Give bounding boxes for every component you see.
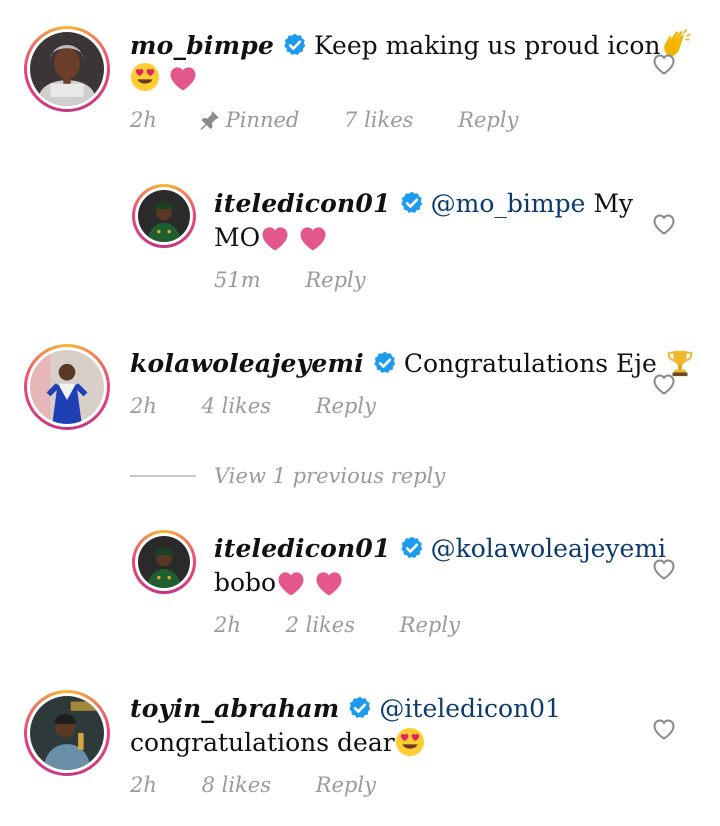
heart-outline-icon[interactable]: [652, 53, 676, 75]
reply-button[interactable]: Reply: [305, 268, 365, 292]
comment-text-line2: bobo: [214, 567, 344, 599]
comment-text-line1: iteledicon01 @kolawoleajeyemi: [214, 533, 666, 565]
username[interactable]: mo_bimpe: [130, 31, 274, 60]
heart-eyes-emoji: [395, 727, 425, 757]
comment-text-line1: toyin_abraham @iteledicon01: [130, 693, 561, 725]
heart-outline-icon[interactable]: [652, 718, 676, 740]
comment-meta: 2h 2 likes Reply: [214, 613, 460, 637]
reply-button[interactable]: Reply: [400, 613, 460, 637]
comment-meta: 2h 8 likes Reply: [130, 773, 376, 797]
pin-icon: [200, 111, 219, 130]
comment-text: congratulations dear: [130, 728, 395, 757]
likes-count[interactable]: 7 likes: [344, 108, 413, 132]
mention-link[interactable]: @kolawoleajeyemi: [431, 534, 666, 563]
comment-text-line1: iteledicon01 @mo_bimpe My: [214, 188, 633, 220]
comment-text-continued: bobo: [214, 568, 277, 597]
pinned-label: Pinned: [200, 108, 299, 132]
heart-eyes-emoji: [130, 62, 160, 92]
username[interactable]: toyin_abraham: [130, 694, 339, 723]
reply-button[interactable]: Reply: [316, 773, 376, 797]
comment-text-line2: congratulations dear: [130, 727, 425, 759]
comment-text: Keep making us proud icon: [314, 31, 661, 60]
verified-badge-icon: [399, 535, 425, 561]
comment-text: My: [585, 189, 634, 218]
avatar-image: [30, 32, 104, 106]
heart-outline-icon[interactable]: [652, 213, 676, 235]
likes-count[interactable]: 8 likes: [202, 773, 271, 797]
comment-meta: 51m Reply: [214, 268, 366, 292]
comment-text-continued: MO: [214, 223, 261, 252]
pink-heart-emoji: [276, 569, 306, 597]
avatar-image: [30, 350, 104, 424]
comment-meta: 2h Pinned 7 likes Reply: [130, 108, 518, 132]
comment-text-line2: MO: [214, 222, 328, 254]
avatar[interactable]: [132, 184, 196, 248]
divider: [130, 475, 196, 477]
avatar[interactable]: [24, 26, 110, 112]
avatar-image: [138, 536, 190, 588]
reply-button[interactable]: Reply: [316, 394, 376, 418]
pink-heart-emoji: [168, 64, 198, 92]
comment-text-line1: mo_bimpe Keep making us proud icon: [130, 28, 692, 62]
comment-text-line2: [130, 62, 198, 94]
heart-outline-icon[interactable]: [652, 373, 676, 395]
timestamp: 51m: [214, 268, 261, 292]
avatar[interactable]: [24, 690, 110, 776]
pink-heart-emoji: [314, 569, 344, 597]
verified-badge-icon: [282, 32, 308, 58]
heart-outline-icon[interactable]: [652, 558, 676, 580]
timestamp: 2h: [130, 394, 157, 418]
avatar-image: [138, 190, 190, 242]
timestamp: 2h: [130, 108, 157, 132]
mention-link[interactable]: @iteledicon01: [379, 694, 561, 723]
timestamp: 2h: [214, 613, 241, 637]
username[interactable]: iteledicon01: [214, 189, 391, 218]
view-previous-replies-button[interactable]: View 1 previous reply: [130, 464, 445, 488]
verified-badge-icon: [399, 190, 425, 216]
pink-heart-emoji: [298, 224, 328, 252]
likes-count[interactable]: 4 likes: [202, 394, 271, 418]
comment-text: Congratulations Eje: [403, 349, 657, 378]
reply-button[interactable]: Reply: [458, 108, 518, 132]
view-replies-label: View 1 previous reply: [214, 464, 446, 488]
username[interactable]: iteledicon01: [214, 534, 391, 563]
timestamp: 2h: [130, 773, 157, 797]
mention-link[interactable]: @mo_bimpe: [431, 189, 586, 218]
avatar-image: [30, 696, 104, 770]
likes-count[interactable]: 2 likes: [286, 613, 355, 637]
avatar[interactable]: [132, 530, 196, 594]
comment-meta: 2h 4 likes Reply: [130, 394, 376, 418]
comment-text-line1: kolawoleajeyemi Congratulations Eje: [130, 348, 695, 380]
verified-badge-icon: [347, 695, 373, 721]
verified-badge-icon: [372, 350, 398, 376]
username[interactable]: kolawoleajeyemi: [130, 349, 364, 378]
pink-heart-emoji: [260, 224, 290, 252]
avatar[interactable]: [24, 344, 110, 430]
